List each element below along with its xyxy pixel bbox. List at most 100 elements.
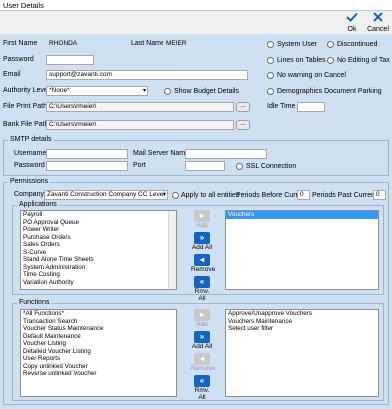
list-item[interactable]: Vouchers Maintenance (226, 318, 378, 326)
discontinued-checkbox[interactable] (327, 41, 334, 48)
applications-group-title: Applications (17, 201, 59, 208)
demographics-checkbox[interactable] (267, 88, 274, 95)
double-chevron-right-icon: » (194, 232, 210, 244)
smtp-password-label: Password (14, 162, 45, 169)
list-item[interactable]: Time Costing (21, 271, 176, 279)
ssl-label: SSL Connection (246, 163, 297, 170)
double-chevron-right-icon: » (194, 331, 210, 343)
list-item[interactable]: Payroll (21, 211, 176, 219)
list-item[interactable]: User Reports (21, 355, 176, 363)
authority-level-select[interactable]: *None* ▾ (46, 86, 148, 96)
system-user-checkbox[interactable] (267, 41, 274, 48)
last-name-label: Last Name (131, 40, 165, 47)
file-print-path-field[interactable]: C:\Users\rmeier\ (46, 102, 234, 112)
email-label: Email (3, 71, 21, 78)
first-name-label: First Name (3, 40, 38, 47)
show-budget-label: Show Budget Details (174, 88, 239, 95)
file-print-browse-button[interactable]: … (236, 102, 250, 112)
periods-past-input[interactable]: 0 (373, 190, 386, 200)
list-item[interactable]: Reverse unlinked Voucher (21, 370, 176, 378)
fn-remove-all-label: Rmv. All (194, 387, 210, 401)
applications-available-list[interactable]: Payroll PO Approval Queue Power Writer Purc… (20, 210, 177, 290)
double-chevron-left-icon: « (194, 375, 210, 387)
app-add-label: Add (196, 222, 208, 229)
list-item[interactable]: Transaction Search (21, 318, 176, 326)
toolbar (0, 11, 392, 34)
port-input[interactable] (185, 161, 225, 171)
ellipsis-icon: … (240, 121, 246, 127)
apply-all-entities-checkbox[interactable] (172, 192, 179, 199)
ok-button[interactable]: Ok (340, 11, 364, 34)
list-item[interactable]: Variation Authority (21, 279, 176, 287)
ssl-checkbox[interactable] (236, 163, 243, 170)
last-name-field: MEIER (163, 39, 233, 49)
password-input[interactable] (46, 55, 94, 65)
list-item[interactable]: Approve/Unapprove Vouchers (226, 310, 378, 318)
chevron-left-icon: ◂ (194, 254, 210, 266)
list-item[interactable]: Vouchers (226, 211, 378, 219)
list-item[interactable]: Power Writer (21, 226, 176, 234)
smtp-password-input[interactable] (46, 161, 128, 171)
no-warning-cancel-checkbox[interactable] (267, 72, 274, 79)
app-add-all-button[interactable]: » Add All (191, 232, 213, 251)
list-item[interactable]: Copy unlinked Voucher (21, 363, 176, 371)
fn-remove-all-button[interactable]: «Rmv. All (191, 375, 213, 401)
fn-add-all-label: Add All (191, 343, 213, 350)
permissions-group-title: Permissions (8, 178, 51, 185)
fn-add-all-button[interactable]: » Add All (191, 331, 213, 350)
list-item[interactable]: Sales Orders (21, 241, 176, 249)
periods-past-label: Periods Past Current (312, 192, 377, 199)
apply-all-entities-label: Apply to all entities (181, 192, 240, 199)
cancel-button[interactable]: Cancel (366, 11, 390, 34)
app-add-button[interactable]: ▸ Add (191, 210, 213, 229)
list-item[interactable]: PO Approval Queue (21, 219, 176, 227)
functions-selected-list[interactable]: Approve/Unapprove Vouchers Vouchers Maint… (225, 309, 379, 397)
periods-before-input[interactable]: 0 (297, 190, 310, 200)
list-item[interactable]: Voucher Status Maintenance (21, 325, 176, 333)
check-icon (346, 12, 358, 22)
list-item[interactable]: Default Maintenance (21, 333, 176, 341)
mail-server-label: Mail Server Name (133, 150, 190, 157)
list-item[interactable]: *All Functions* (21, 310, 176, 318)
company-select[interactable]: Zavanti Construction Company CC Level ▾ (44, 190, 168, 200)
fn-add-label: Add (196, 321, 208, 328)
no-editing-tax-checkbox[interactable] (327, 57, 334, 64)
window-title: User Details (3, 1, 44, 10)
list-item[interactable]: Detailed Voucher Listing (21, 348, 176, 356)
list-item[interactable]: Stand Alone Time Sheets (21, 256, 176, 264)
smtp-group-title: SMTP details (8, 136, 54, 143)
list-item[interactable]: System Administration (21, 264, 176, 272)
list-item[interactable]: Select user filter (226, 325, 378, 333)
app-add-all-label: Add All (191, 244, 213, 251)
app-remove-label: Remove (191, 266, 216, 273)
list-item[interactable]: Voucher Listing (21, 340, 176, 348)
functions-group-title: Functions (17, 299, 52, 306)
smtp-username-input[interactable] (46, 149, 128, 159)
mail-server-input[interactable] (185, 149, 267, 159)
bank-file-browse-button[interactable]: … (236, 120, 250, 130)
bank-file-path-field[interactable]: C:\Users\rmeier\ (46, 120, 234, 130)
idle-time-input[interactable] (297, 102, 325, 112)
double-chevron-left-icon: « (194, 276, 210, 288)
chevron-right-icon: ▸ (194, 309, 210, 321)
functions-available-list[interactable]: *All Functions* Transaction Search Voucher… (20, 309, 177, 397)
no-editing-tax-label: No Editing of Tax (337, 57, 390, 64)
chevron-down-icon: ▾ (162, 192, 166, 198)
list-item[interactable]: S-Curve (21, 249, 176, 257)
no-warning-cancel-label: No warning on Cancel (277, 72, 346, 79)
authority-level-value: *None* (49, 87, 70, 94)
file-print-path-label: File Print Path (3, 103, 47, 110)
fn-add-button[interactable]: ▸ Add (191, 309, 213, 328)
discontinued-label: Discontinued (337, 41, 378, 48)
ok-label: Ok (347, 26, 357, 33)
app-remove-all-button[interactable]: «Rmv. All (191, 276, 213, 302)
list-item[interactable]: Purchase Orders (21, 234, 176, 242)
scrollbar[interactable] (168, 211, 176, 289)
app-remove-button[interactable]: ◂ Remove (191, 254, 216, 273)
applications-selected-list[interactable]: Vouchers (225, 210, 379, 290)
chevron-left-icon: ◂ (194, 353, 210, 365)
email-input[interactable]: support@zavanti.com (46, 70, 248, 80)
show-budget-checkbox[interactable] (164, 88, 171, 95)
lines-on-tables-checkbox[interactable] (267, 57, 274, 64)
fn-remove-button[interactable]: ◂ Remove (191, 353, 215, 372)
